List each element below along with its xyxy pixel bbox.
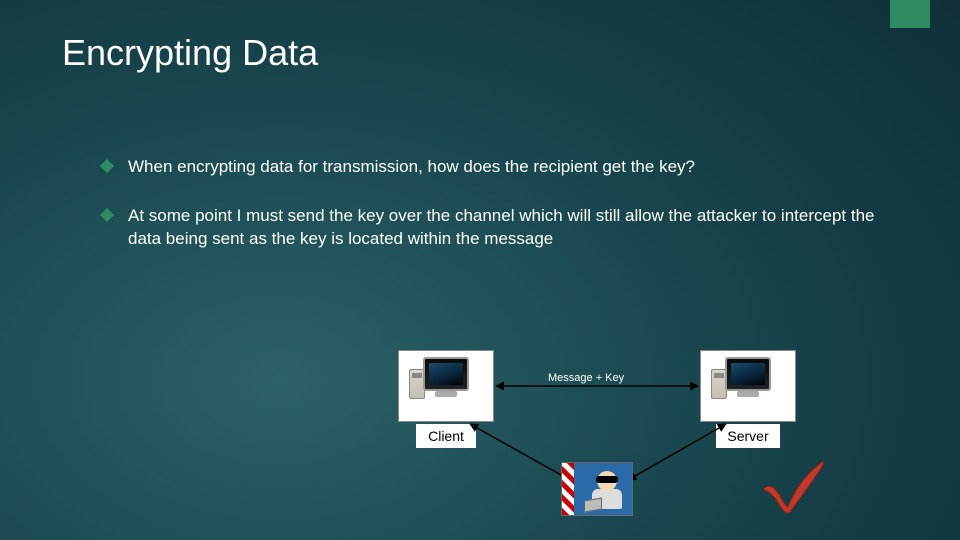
bullet-text: At some point I must send the key over t…	[128, 205, 882, 251]
bullet-list: When encrypting data for transmission, h…	[102, 156, 882, 277]
arrow-client-attacker	[470, 424, 570, 480]
slide-title: Encrypting Data	[62, 32, 318, 74]
arrow-server-attacker	[628, 424, 726, 480]
client-label: Client	[416, 424, 476, 448]
thief-icon	[588, 471, 626, 511]
checkmark-icon	[758, 456, 828, 516]
edge-label: Message + Key	[548, 372, 624, 384]
bullet-item: At some point I must send the key over t…	[102, 205, 882, 251]
server-node	[700, 350, 796, 422]
bullet-text: When encrypting data for transmission, h…	[128, 156, 882, 179]
monitor-icon	[423, 357, 469, 391]
attacker-node	[561, 462, 633, 516]
bullet-item: When encrypting data for transmission, h…	[102, 156, 882, 179]
diamond-icon	[100, 208, 114, 222]
accent-bar	[890, 0, 930, 28]
diagram-area: Client Server Message + Key	[0, 340, 960, 540]
client-node	[398, 350, 494, 422]
warning-stripe-icon	[562, 463, 574, 515]
diamond-icon	[100, 159, 114, 173]
monitor-icon	[725, 357, 771, 391]
server-label: Server	[716, 424, 780, 448]
